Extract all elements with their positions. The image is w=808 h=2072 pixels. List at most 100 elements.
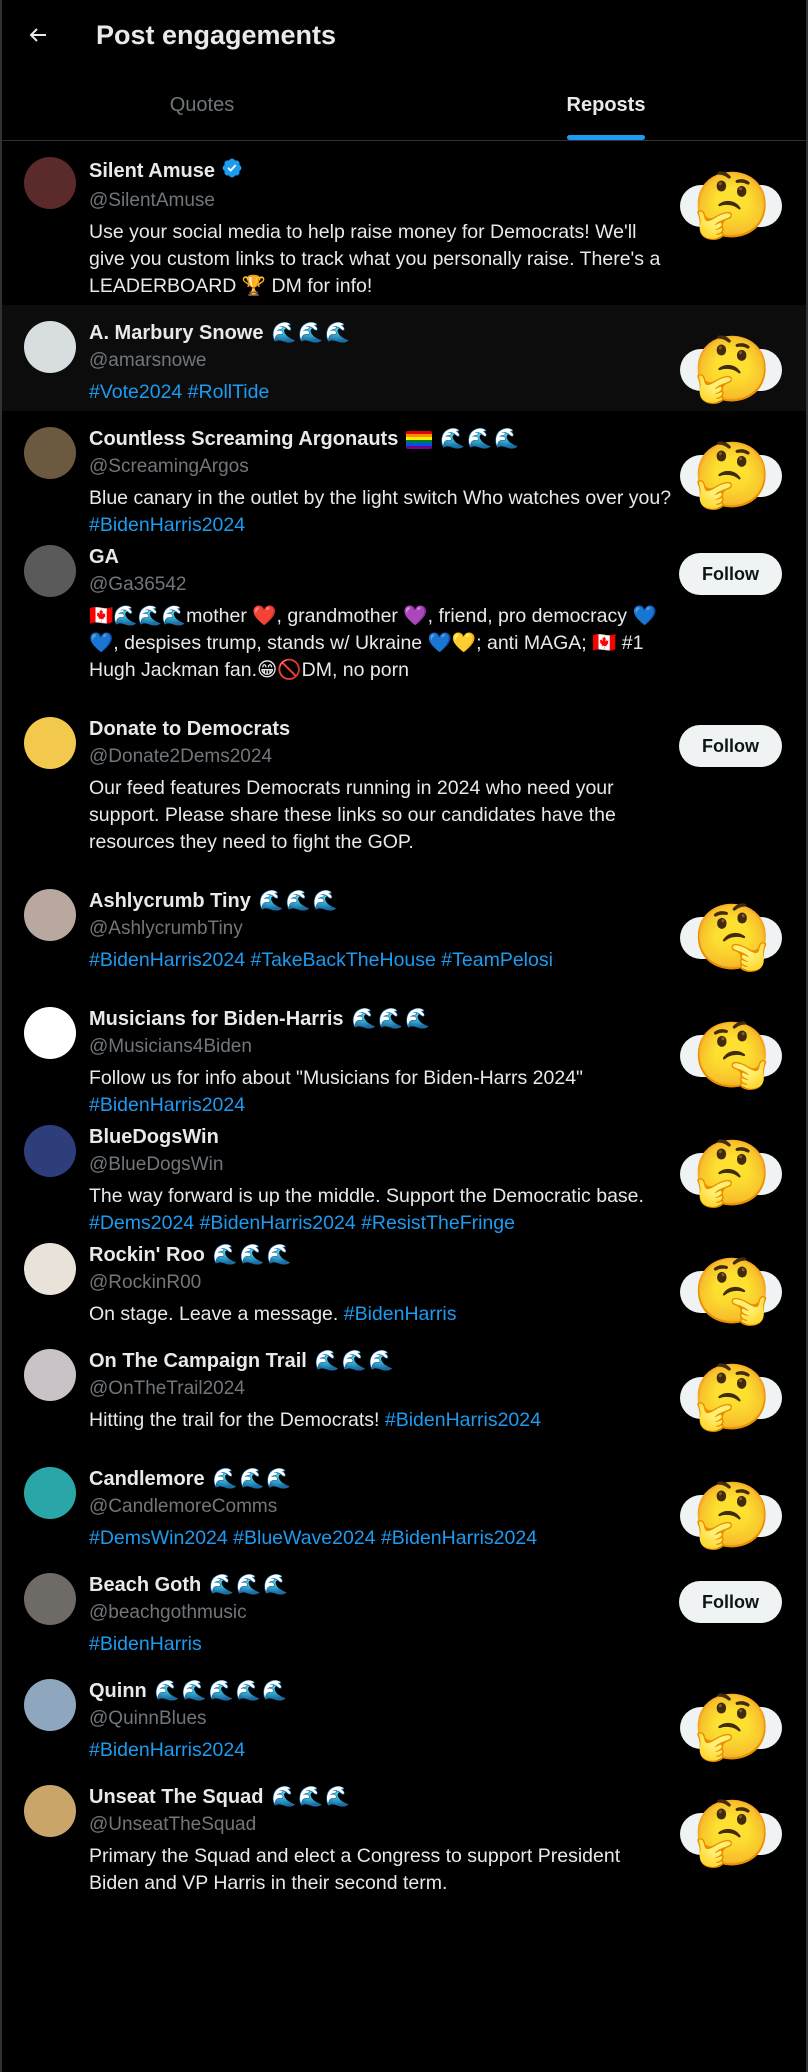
- user-row[interactable]: Silent Amuse @SilentAmuse Use your socia…: [0, 141, 808, 305]
- avatar[interactable]: [24, 1243, 76, 1295]
- page-title: Post engagements: [96, 19, 337, 50]
- display-name[interactable]: BlueDogsWin: [89, 1125, 219, 1150]
- user-handle[interactable]: @UnseatTheSquad: [89, 1813, 674, 1837]
- avatar[interactable]: [24, 321, 76, 373]
- hashtags[interactable]: #BidenHarris2024: [385, 1409, 541, 1431]
- user-row[interactable]: Musicians for Biden-Harris 🌊🌊🌊 @Musicians…: [0, 991, 808, 1116]
- user-row[interactable]: A. Marbury Snowe 🌊🌊🌊 @amarsnowe #Vote2024…: [0, 305, 808, 411]
- display-name[interactable]: GA: [89, 545, 119, 570]
- thinking-reaction-button[interactable]: 🤔: [680, 897, 782, 977]
- hashtags[interactable]: #BidenHarris2024 #TakeBackTheHouse #Team…: [89, 949, 553, 971]
- thinking-reaction-button[interactable]: 🤔: [680, 1251, 782, 1331]
- display-name[interactable]: Silent Amuse: [89, 159, 215, 184]
- thinking-reaction-button[interactable]: 🤔: [680, 1687, 782, 1767]
- user-bio: #DemsWin2024 #BlueWave2024 #BidenHarris2…: [89, 1525, 674, 1552]
- user-handle[interactable]: @AshlycrumbTiny: [89, 917, 674, 941]
- user-handle[interactable]: @OnTheTrail2024: [89, 1377, 674, 1401]
- user-row[interactable]: On The Campaign Trail 🌊🌊🌊 @OnTheTrail2024…: [0, 1333, 808, 1451]
- avatar[interactable]: [24, 1467, 76, 1519]
- display-name[interactable]: Unseat The Squad: [89, 1785, 263, 1810]
- thinking-reaction-button[interactable]: 🤔: [680, 1475, 782, 1555]
- thinking-reaction-button[interactable]: 🤔: [680, 1357, 782, 1437]
- avatar[interactable]: [24, 1125, 76, 1177]
- avatar[interactable]: [24, 889, 76, 941]
- rainbow-flag-icon: [406, 430, 433, 449]
- name-line: Silent Amuse: [89, 157, 674, 186]
- display-name[interactable]: On The Campaign Trail: [89, 1349, 307, 1374]
- user-handle[interactable]: @RockinR00: [89, 1271, 674, 1295]
- user-row[interactable]: GA @Ga36542 🇨🇦🌊🌊🌊mother ❤️, grandmother …: [0, 529, 808, 701]
- hashtags[interactable]: #Vote2024 #RollTide: [89, 381, 269, 403]
- thinking-reaction-button[interactable]: 🤔: [680, 435, 782, 515]
- avatar[interactable]: [24, 157, 76, 209]
- user-row[interactable]: Rockin' Roo 🌊🌊🌊 @RockinR00 On stage. Leav…: [0, 1227, 808, 1333]
- display-name[interactable]: Countless Screaming Argonauts: [89, 427, 398, 452]
- thinking-reaction-button[interactable]: 🤔: [680, 1015, 782, 1095]
- user-handle[interactable]: @SilentAmuse: [89, 189, 674, 213]
- user-row[interactable]: Donate to Democrats @Donate2Dems2024 Our…: [0, 701, 808, 873]
- active-tab-indicator: [567, 135, 645, 140]
- user-bio: On stage. Leave a message. #BidenHarris: [89, 1301, 674, 1328]
- avatar[interactable]: [24, 1349, 76, 1401]
- user-row[interactable]: Beach Goth 🌊🌊🌊 @beachgothmusic #BidenHarr…: [0, 1557, 808, 1663]
- tab-reposts[interactable]: Reposts: [404, 70, 808, 140]
- thinking-reaction-button[interactable]: 🤔: [680, 1133, 782, 1213]
- hashtags[interactable]: #BidenHarris: [89, 1633, 202, 1655]
- user-handle[interactable]: @beachgothmusic: [89, 1601, 674, 1625]
- thinking-reaction-button[interactable]: 🤔: [680, 1793, 782, 1873]
- user-handle[interactable]: @Musicians4Biden: [89, 1035, 674, 1059]
- follow-button[interactable]: Follow: [679, 725, 782, 767]
- tab-quotes[interactable]: Quotes: [0, 70, 404, 140]
- user-handle[interactable]: @amarsnowe: [89, 349, 674, 373]
- row-action: 🤔: [680, 1357, 782, 1437]
- display-name[interactable]: Quinn: [89, 1679, 147, 1704]
- avatar[interactable]: [24, 427, 76, 479]
- user-handle[interactable]: @Ga36542: [89, 573, 674, 597]
- name-line: BlueDogsWin: [89, 1125, 674, 1150]
- display-name[interactable]: Rockin' Roo: [89, 1243, 205, 1268]
- profile-picture-icon: [24, 1573, 76, 1625]
- user-row[interactable]: Candlemore 🌊🌊🌊 @CandlemoreComms #DemsWin2…: [0, 1451, 808, 1557]
- back-button[interactable]: [18, 15, 58, 55]
- display-name[interactable]: Candlemore: [89, 1467, 205, 1492]
- user-row[interactable]: Quinn 🌊🌊🌊🌊🌊 @QuinnBlues #BidenHarris2024 …: [0, 1663, 808, 1769]
- name-line: Beach Goth 🌊🌊🌊: [89, 1573, 674, 1598]
- user-handle[interactable]: @BlueDogsWin: [89, 1153, 674, 1177]
- user-row[interactable]: BlueDogsWin @BlueDogsWin The way forward…: [0, 1109, 808, 1234]
- row-action: 🤔: [680, 1687, 782, 1767]
- user-handle[interactable]: @Donate2Dems2024: [89, 745, 674, 769]
- avatar[interactable]: [24, 1573, 76, 1625]
- avatar[interactable]: [24, 1679, 76, 1731]
- follow-button[interactable]: Follow: [679, 553, 782, 595]
- display-name[interactable]: Donate to Democrats: [89, 717, 290, 742]
- follow-button[interactable]: Follow: [679, 1581, 782, 1623]
- display-name[interactable]: Ashlycrumb Tiny: [89, 889, 251, 914]
- user-handle[interactable]: @ScreamingArgos: [89, 455, 674, 479]
- profile-picture-icon: [24, 717, 76, 769]
- user-row[interactable]: Unseat The Squad 🌊🌊🌊 @UnseatTheSquad Prim…: [0, 1769, 808, 1894]
- user-row[interactable]: Countless Screaming Argonauts 🌊🌊🌊 @Scream…: [0, 411, 808, 536]
- user-bio: Hitting the trail for the Democrats! #Bi…: [89, 1407, 674, 1434]
- profile-picture-icon: [24, 1679, 76, 1731]
- thinking-face-icon: 🤔: [692, 1691, 772, 1763]
- thinking-reaction-button[interactable]: 🤔: [680, 165, 782, 245]
- display-name[interactable]: Beach Goth: [89, 1573, 201, 1598]
- thinking-reaction-button[interactable]: 🤔: [680, 329, 782, 409]
- avatar[interactable]: [24, 1007, 76, 1059]
- display-name[interactable]: A. Marbury Snowe: [89, 321, 263, 346]
- thinking-face-icon: 🤔: [692, 901, 772, 973]
- bio-text: The way forward is up the middle. Suppor…: [89, 1185, 644, 1207]
- hashtags[interactable]: #BidenHarris2024: [89, 1739, 245, 1761]
- avatar[interactable]: [24, 1785, 76, 1837]
- avatar[interactable]: [24, 717, 76, 769]
- row-action: Follow: [679, 725, 782, 767]
- user-handle[interactable]: @QuinnBlues: [89, 1707, 674, 1731]
- user-handle[interactable]: @CandlemoreComms: [89, 1495, 674, 1519]
- user-row[interactable]: Ashlycrumb Tiny 🌊🌊🌊 @AshlycrumbTiny #Bide…: [0, 873, 808, 991]
- verified-badge-icon: [221, 157, 243, 186]
- avatar[interactable]: [24, 545, 76, 597]
- hashtags[interactable]: #DemsWin2024 #BlueWave2024 #BidenHarris2…: [89, 1527, 537, 1549]
- display-name[interactable]: Musicians for Biden-Harris: [89, 1007, 344, 1032]
- hashtags[interactable]: #BidenHarris: [344, 1303, 457, 1325]
- row-action: 🤔: [680, 1475, 782, 1555]
